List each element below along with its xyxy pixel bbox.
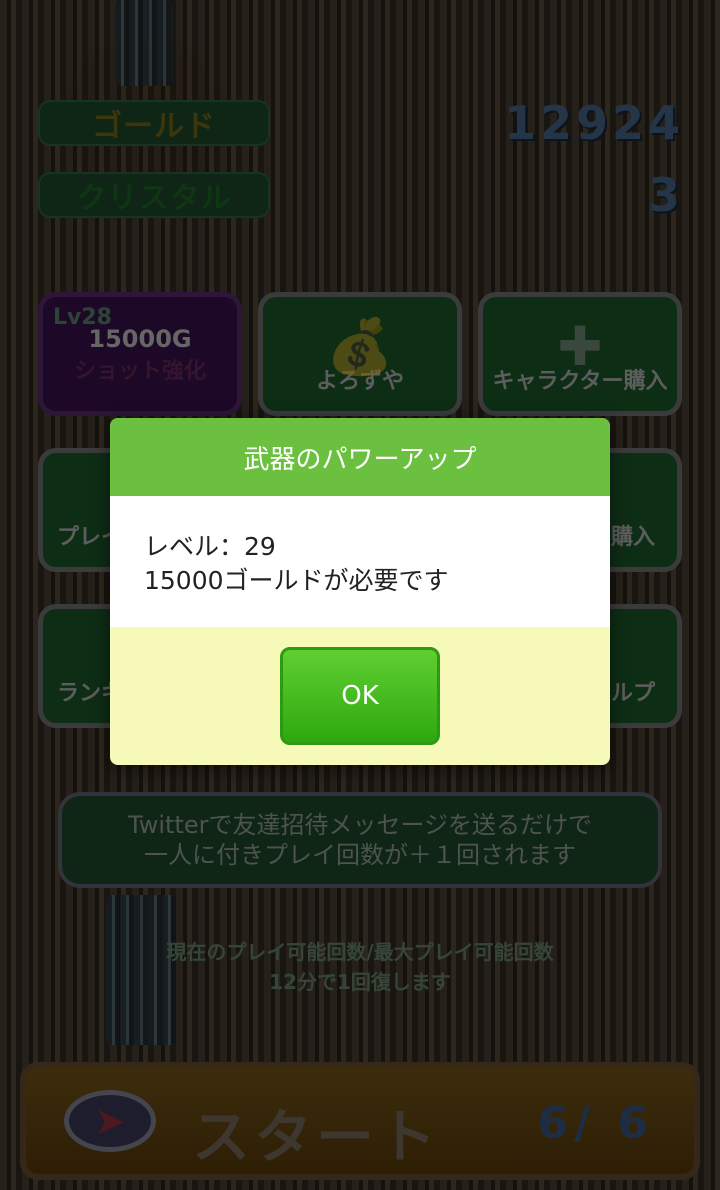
dialog-title: 武器のパワーアップ (110, 418, 610, 496)
dialog-footer: OK (110, 627, 610, 765)
ok-button[interactable]: OK (280, 647, 440, 745)
dialog-level-line: レベル：29 (144, 532, 276, 561)
powerup-dialog: 武器のパワーアップ レベル：29 15000ゴールドが必要です OK (110, 418, 610, 765)
dialog-cost-line: 15000ゴールドが必要です (144, 566, 449, 595)
dialog-message: レベル：29 15000ゴールドが必要です (110, 496, 610, 627)
